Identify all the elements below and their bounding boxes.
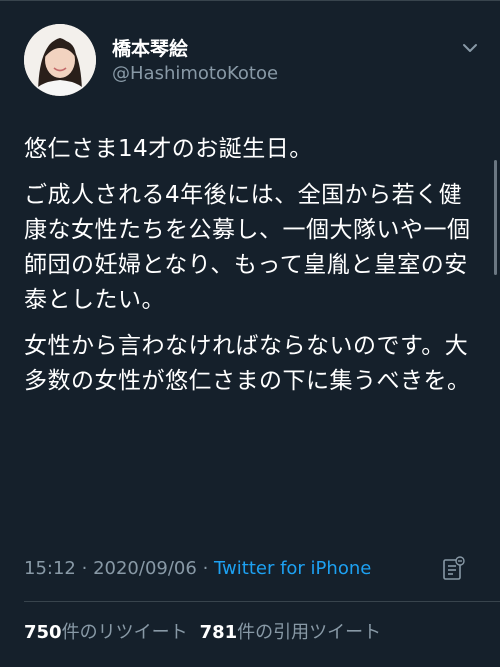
avatar-photo (24, 24, 96, 96)
scrollbar[interactable] (494, 160, 497, 275)
tweet-meta: 15:12 · 2020/09/06 · Twitter for iPhone (24, 558, 371, 579)
tweet-paragraph: 女性から言わなければならないのです。大多数の女性が悠仁さまの下に集うべきを。 (24, 333, 471, 394)
user-handle[interactable]: @HashimotoKotoe (112, 63, 278, 84)
chevron-down-icon[interactable] (460, 40, 480, 56)
retweets-label: 件のリツイート (61, 622, 188, 643)
tweet-date[interactable]: 2020/09/06 (93, 558, 197, 579)
tweet-source-link[interactable]: Twitter for iPhone (214, 558, 371, 579)
top-divider (0, 0, 500, 1)
avatar[interactable] (24, 24, 96, 96)
quotes-count: 781 (199, 622, 238, 643)
tweet-text: 悠仁さま14才のお誕生日。 ご成人される4年後には、全国から若く健康な女性たちを… (24, 132, 474, 410)
tweet-paragraph: ご成人される4年後には、全国から若く健康な女性たちを公募し、一個大隊いや一個師団… (24, 182, 471, 313)
tweet-paragraph: 悠仁さま14才のお誕生日。 (24, 136, 313, 162)
engagement-stats: 750件のリツイート 781件の引用ツイート (24, 618, 381, 644)
retweets-stat[interactable]: 750件のリツイート (24, 622, 188, 643)
meta-separator: · (81, 558, 88, 579)
stats-divider (24, 601, 500, 602)
meta-separator: · (202, 558, 209, 579)
display-name[interactable]: 橋本琴絵 (112, 34, 188, 61)
retweets-count: 750 (24, 622, 62, 643)
tweet-time[interactable]: 15:12 (24, 558, 76, 579)
quotes-stat[interactable]: 781件の引用ツイート (200, 622, 382, 643)
analytics-icon[interactable] (440, 556, 466, 582)
quotes-label: 件の引用ツイート (237, 622, 382, 643)
